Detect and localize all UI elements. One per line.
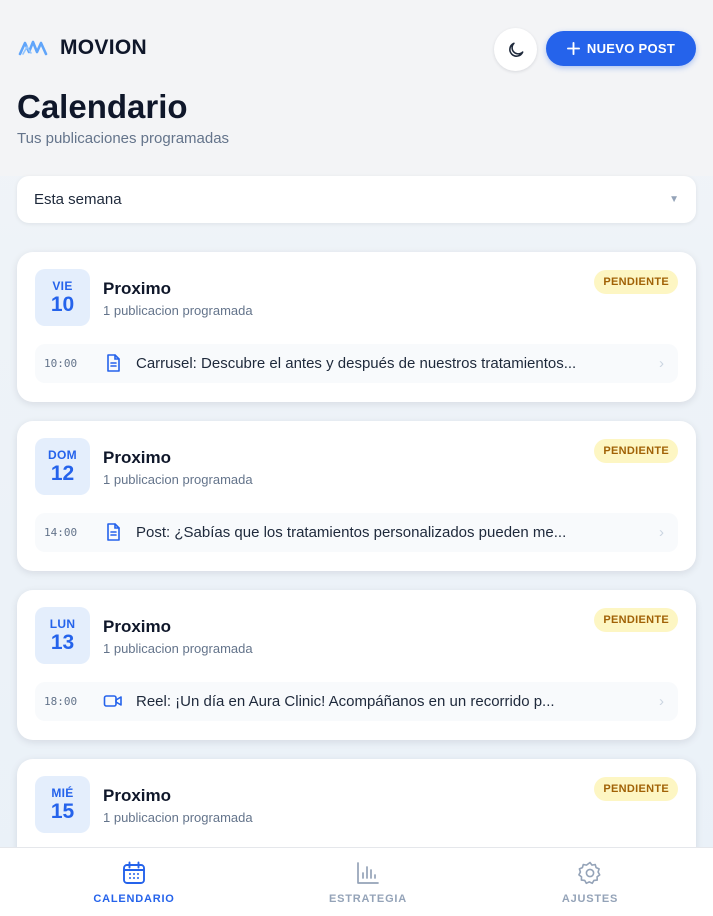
day-of-week: MIÉ (51, 785, 74, 800)
card-title: Proximo (103, 786, 172, 805)
date-badge: MIÉ 15 (35, 776, 90, 833)
theme-toggle-button[interactable] (494, 28, 537, 71)
day-number: 12 (50, 461, 75, 485)
caret-down-icon: ▼ (669, 194, 679, 205)
movion-logo-icon (18, 40, 48, 56)
day-card: DOM 12 Proximo 1 publicacion programada … (17, 421, 696, 571)
document-icon (107, 523, 120, 541)
bar-chart-icon (357, 862, 379, 884)
new-post-label: NUEVO POST (586, 41, 676, 56)
card-title: Proximo (103, 617, 172, 636)
status-badge: PENDIENTE (594, 608, 678, 632)
gear-icon (578, 861, 601, 885)
nav-item-strategy[interactable]: ESTRATEGIA (288, 848, 448, 916)
nav-label-settings: AJUSTES (561, 893, 619, 905)
chevron-right-icon: › (659, 693, 664, 710)
calendar-icon (123, 861, 145, 884)
status-badge: PENDIENTE (594, 439, 678, 463)
nav-item-settings[interactable]: AJUSTES (510, 848, 670, 916)
new-post-button[interactable]: NUEVO POST (546, 31, 696, 66)
day-of-week: LUN (49, 616, 76, 631)
scheduled-post-row[interactable]: 14:00 Post: ¿Sabías que los tratamientos… (35, 513, 678, 552)
day-card: LUN 13 Proximo 1 publicacion programada … (17, 590, 696, 740)
period-select-value: Esta semana (34, 191, 122, 208)
post-text: Post: ¿Sabías que los tratamientos perso… (136, 524, 567, 541)
day-card: VIE 10 Proximo 1 publicacion programada … (17, 252, 696, 402)
bottom-nav: CALENDARIO ESTRATEGIA AJUSTES (0, 847, 713, 916)
document-icon (107, 354, 120, 372)
day-of-week: DOM (48, 447, 77, 462)
date-badge: DOM 12 (35, 438, 90, 495)
card-subtitle: 1 publicacion programada (103, 810, 253, 825)
page-subtitle: Tus publicaciones programadas (17, 130, 230, 147)
nav-label-strategy: ESTRATEGIA (328, 893, 408, 905)
card-title: Proximo (103, 448, 172, 467)
card-subtitle: 1 publicacion programada (103, 472, 253, 487)
chevron-right-icon: › (659, 355, 664, 372)
post-time: 10:00 (44, 357, 78, 370)
moon-icon (508, 42, 523, 57)
period-select[interactable]: Esta semana ▼ (17, 176, 696, 223)
nav-label-calendar: CALENDARIO (93, 893, 175, 905)
date-badge: LUN 13 (35, 607, 90, 664)
card-subtitle: 1 publicacion programada (103, 641, 253, 656)
status-badge: PENDIENTE (594, 270, 678, 294)
scheduled-post-row[interactable]: 10:00 Carrusel: Descubre el antes y desp… (35, 344, 678, 383)
nav-item-calendar[interactable]: CALENDARIO (54, 848, 214, 916)
day-number: 10 (50, 292, 75, 316)
post-text: Carrusel: Descubre el antes y después de… (136, 355, 577, 372)
app-header: MOVION NUEVO POST Calendario Tus publica… (0, 0, 713, 176)
brand-name: MOVION (60, 36, 147, 59)
post-text: Reel: ¡Un día en Aura Clinic! Acompáñano… (136, 693, 555, 710)
page-title: Calendario (17, 88, 188, 125)
day-of-week: VIE (52, 278, 73, 293)
status-badge: PENDIENTE (594, 777, 678, 801)
video-icon (103, 695, 122, 707)
card-title: Proximo (103, 279, 172, 298)
chevron-right-icon: › (659, 524, 664, 541)
brand[interactable]: MOVION (18, 34, 147, 62)
day-number: 15 (50, 799, 75, 823)
day-number: 13 (50, 630, 75, 654)
card-subtitle: 1 publicacion programada (103, 303, 253, 318)
post-time: 14:00 (44, 526, 78, 539)
scheduled-post-row[interactable]: 18:00 Reel: ¡Un día en Aura Clinic! Acom… (35, 682, 678, 721)
date-badge: VIE 10 (35, 269, 90, 326)
post-time: 18:00 (44, 695, 78, 708)
plus-icon (566, 42, 580, 55)
